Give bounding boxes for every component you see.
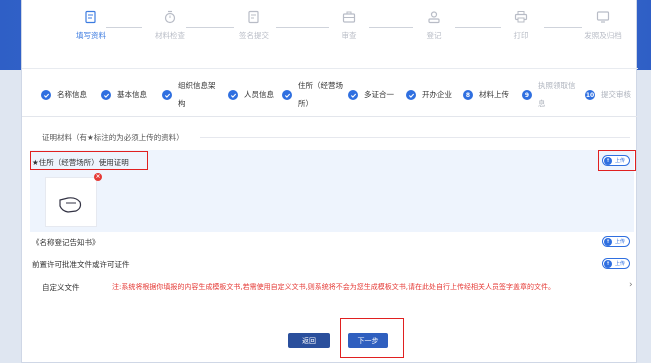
remove-file-icon[interactable]: ×: [94, 173, 102, 181]
check-icon: [282, 90, 292, 100]
briefcase-icon: [342, 11, 356, 23]
progress-steps: 填写资料 材料检查 签名提交 审查 登记 打印 发照及归档: [22, 10, 638, 55]
subtab-open-enterprise[interactable]: 开办企业: [406, 76, 452, 114]
subtab-label: 材料上传: [479, 90, 509, 99]
upload-row-name-notice: 《名称登记告知书》 ↑ 上传: [30, 234, 634, 248]
custom-file-note: 注:系统将根据你填报的内容生成模板文书,若需使用自定义文书,则系统将不会为您生成…: [112, 283, 556, 291]
subtab-label: 组织信息架构: [178, 81, 216, 108]
check-icon: [162, 90, 172, 100]
check-icon: [228, 90, 238, 100]
subtab-label: 提交审核: [601, 90, 631, 99]
divider: [200, 137, 630, 138]
highlight-box: [598, 150, 636, 171]
check-icon: [101, 90, 111, 100]
step-review[interactable]: 审查: [314, 10, 384, 41]
upload-icon: ↑: [604, 259, 612, 268]
subtab-personnel-info[interactable]: 人员信息: [228, 76, 274, 114]
upload-label: 上传: [615, 239, 626, 245]
step-label: 发照及归档: [584, 31, 622, 40]
step-label: 登记: [426, 31, 442, 40]
step-fill-info[interactable]: 填写资料: [56, 10, 126, 41]
step-label: 审查: [341, 31, 357, 40]
subtab-label: 基本信息: [117, 90, 147, 99]
subtab-submit-review[interactable]: 10 提交审核: [585, 76, 631, 114]
subtab-multi-cert[interactable]: 多证合一: [348, 76, 394, 114]
highlight-box: [30, 151, 148, 170]
subtab-label: 人员信息: [244, 90, 274, 99]
upload-button[interactable]: ↑ 上传: [602, 236, 630, 247]
subtab-label: 开办企业: [422, 90, 452, 99]
divider: [22, 68, 638, 69]
subtab-label: 住所（经营场所）: [298, 81, 343, 108]
check-icon: [406, 90, 416, 100]
upload-row-permit: 前置许可批准文件或许可证件 ↑ 上传: [30, 256, 634, 270]
uploaded-file-thumbnail[interactable]: [45, 177, 97, 227]
step-issue-archive[interactable]: 发照及归档: [568, 10, 638, 41]
step-label: 填写资料: [76, 31, 106, 40]
step-label: 材料检查: [155, 31, 185, 40]
divider: [22, 116, 638, 117]
section-title: 证明材料（有★标注的为必须上传的资料）: [42, 133, 184, 142]
subtab-basic-info[interactable]: 基本信息: [101, 76, 147, 114]
step-number-badge: 8: [463, 90, 473, 100]
step-number-badge: 9: [522, 90, 532, 100]
subtab-address[interactable]: 住所（经营场所）: [282, 76, 348, 114]
chevron-right-icon[interactable]: ›: [629, 280, 633, 290]
step-label: 签名提交: [239, 31, 269, 40]
monitor-icon: [596, 11, 610, 23]
upload-icon: ↑: [604, 237, 612, 246]
step-material-check[interactable]: 材料检查: [135, 10, 205, 41]
highlight-box: [340, 318, 404, 358]
step-register[interactable]: 登记: [399, 10, 469, 41]
sub-tabs: 名称信息 基本信息 组织信息架构 人员信息 住所（经营场所） 多证合一 开办企业…: [22, 76, 638, 114]
subtab-label: 执照领取信息: [538, 81, 576, 108]
subtab-label: 多证合一: [364, 90, 394, 99]
upload-row-address-proof: ★住所（经营场所）使用证明 ↑ 上传 ×: [30, 150, 636, 232]
subtab-label: 名称信息: [57, 90, 87, 99]
printer-icon: [514, 11, 528, 23]
material-label: 前置许可批准文件或许可证件: [32, 260, 130, 269]
sign-doc-icon: [248, 10, 259, 24]
check-icon: [41, 90, 51, 100]
timer-icon: [164, 10, 176, 24]
step-number-badge: 10: [585, 90, 595, 100]
subtab-material-upload[interactable]: 8 材料上传: [463, 76, 509, 114]
subtab-name-info[interactable]: 名称信息: [41, 76, 87, 114]
main-card: 填写资料 材料检查 签名提交 审查 登记 打印 发照及归档 名称信息 基本信息 …: [21, 0, 638, 363]
material-label: 《名称登记告知书》: [32, 238, 100, 247]
edit-icon: [85, 10, 96, 24]
upload-label: 上传: [615, 261, 626, 267]
step-label: 打印: [513, 31, 529, 40]
hand-icon: [59, 197, 82, 213]
register-icon: [428, 11, 440, 24]
step-print[interactable]: 打印: [486, 10, 556, 41]
check-icon: [348, 90, 358, 100]
back-button[interactable]: 返回: [288, 333, 330, 348]
subtab-org-info[interactable]: 组织信息架构: [162, 76, 220, 114]
custom-file-label: 自定义文件: [42, 283, 80, 292]
step-sign-submit[interactable]: 签名提交: [219, 10, 289, 41]
subtab-license-pickup[interactable]: 9 执照领取信息: [522, 76, 576, 114]
upload-button[interactable]: ↑ 上传: [602, 258, 630, 269]
